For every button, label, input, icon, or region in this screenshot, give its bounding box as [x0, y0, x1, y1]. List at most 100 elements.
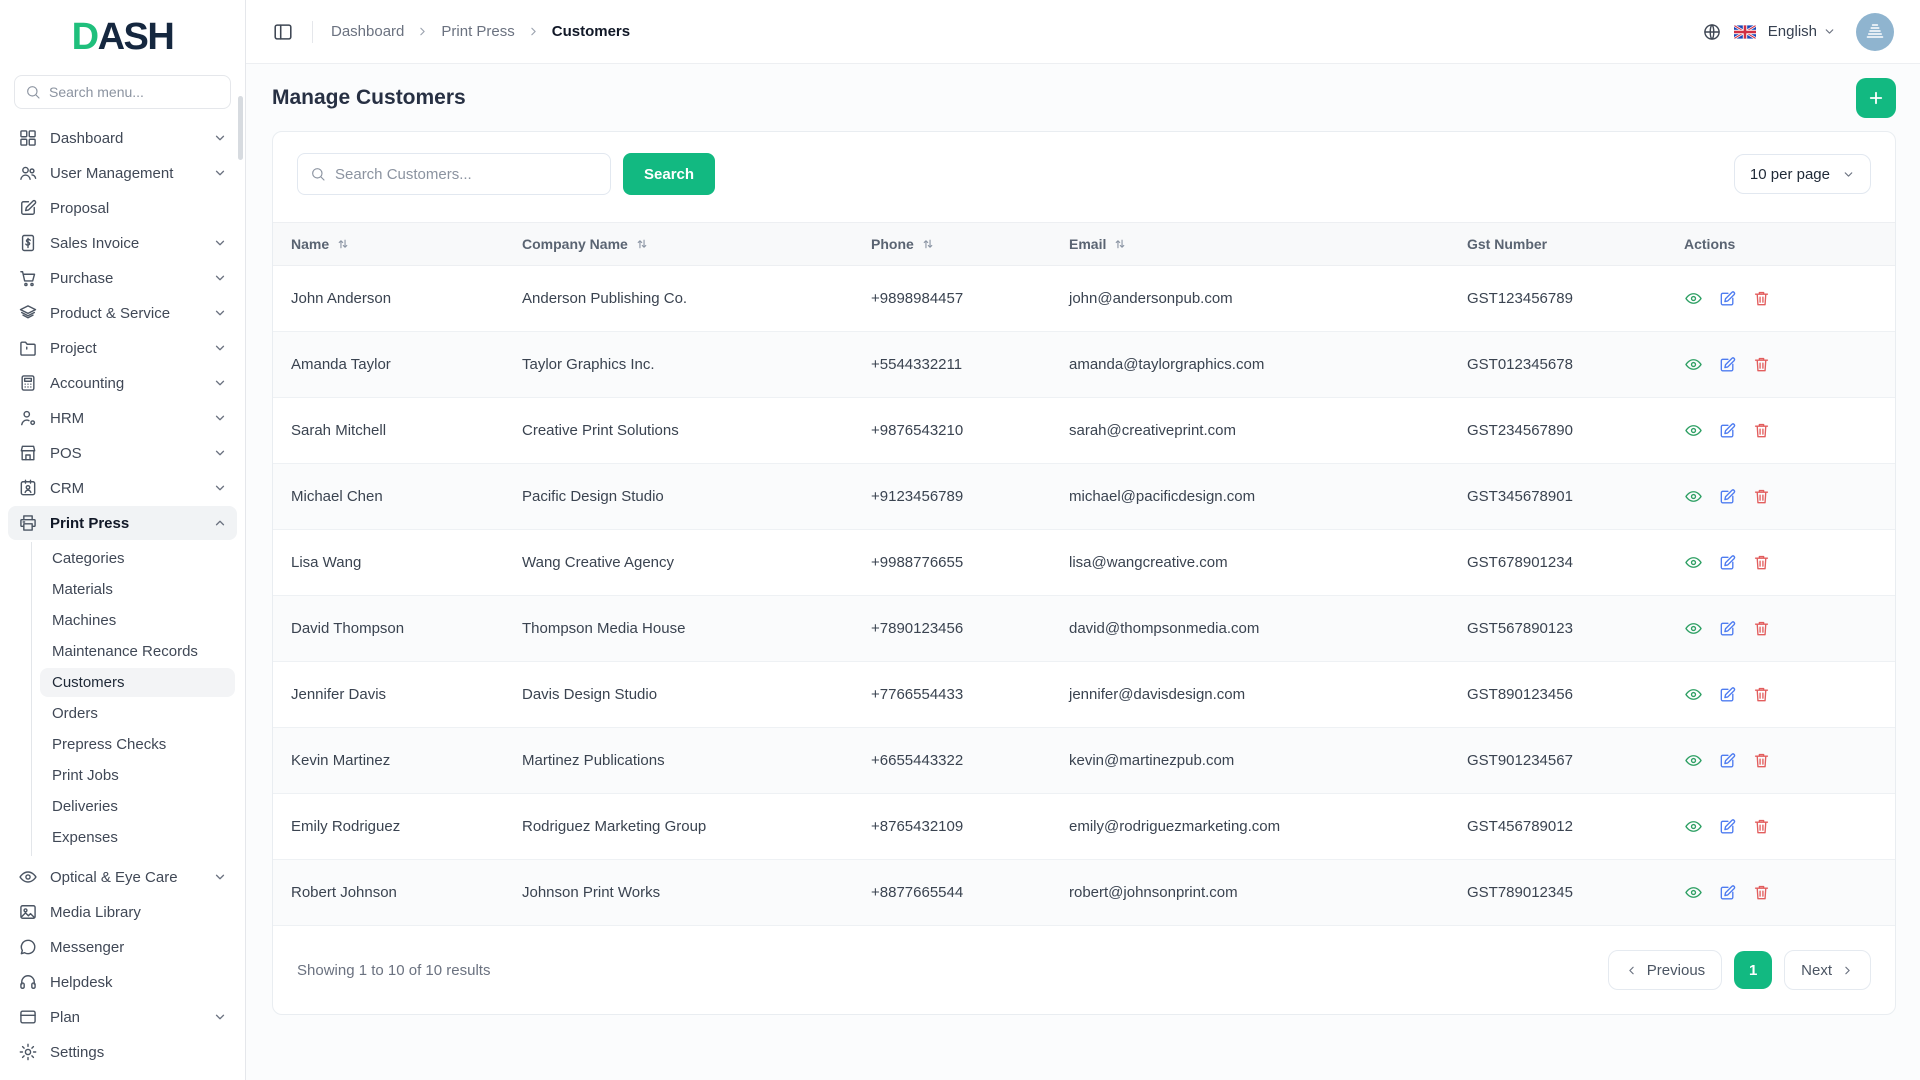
sidebar-subitem-customers[interactable]: Customers [40, 668, 235, 697]
delete-button[interactable] [1752, 883, 1771, 902]
sort-icon[interactable] [921, 237, 935, 251]
page-title: Manage Customers [272, 86, 466, 109]
folder-icon [18, 338, 38, 358]
eye-icon [1684, 817, 1703, 836]
sidebar-item-accounting[interactable]: Accounting [8, 366, 237, 400]
customer-search-box[interactable] [297, 153, 611, 195]
sidebar-subitem-print-jobs[interactable]: Print Jobs [40, 761, 235, 790]
chevron-down-icon [213, 411, 227, 425]
edit-button[interactable] [1718, 751, 1737, 770]
sidebar-item-media-library[interactable]: Media Library [8, 895, 237, 929]
view-button[interactable] [1684, 817, 1703, 836]
next-page-button[interactable]: Next [1784, 950, 1871, 990]
edit-button[interactable] [1718, 487, 1737, 506]
delete-button[interactable] [1752, 751, 1771, 770]
language-selector[interactable]: English [1768, 23, 1836, 40]
view-button[interactable] [1684, 619, 1703, 638]
edit-button[interactable] [1718, 685, 1737, 704]
view-button[interactable] [1684, 685, 1703, 704]
delete-button[interactable] [1752, 421, 1771, 440]
delete-button[interactable] [1752, 817, 1771, 836]
sidebar-item-product-service[interactable]: Product & Service [8, 296, 237, 330]
sidebar-scrollbar[interactable] [238, 96, 243, 160]
column-header-name[interactable]: Name [273, 222, 506, 266]
sidebar-item-plan[interactable]: Plan [8, 1000, 237, 1034]
column-header-company-name[interactable]: Company Name [506, 222, 855, 266]
view-button[interactable] [1684, 883, 1703, 902]
sort-icon[interactable] [336, 237, 350, 251]
delete-button[interactable] [1752, 685, 1771, 704]
cell-name: David Thompson [273, 595, 506, 662]
sidebar-subitem-materials[interactable]: Materials [40, 575, 235, 604]
sidebar-item-user-management[interactable]: User Management [8, 156, 237, 190]
view-button[interactable] [1684, 751, 1703, 770]
add-customer-button[interactable] [1856, 78, 1896, 118]
column-header-email[interactable]: Email [1053, 222, 1451, 266]
cell-gst: GST456789012 [1451, 793, 1668, 860]
sidebar-item-messenger[interactable]: Messenger [8, 930, 237, 964]
sidebar-subitem-categories[interactable]: Categories [40, 544, 235, 573]
sidebar-item-hrm[interactable]: HRM [8, 401, 237, 435]
view-button[interactable] [1684, 355, 1703, 374]
sidebar-item-sales-invoice[interactable]: Sales Invoice [8, 226, 237, 260]
sidebar-item-proposal[interactable]: Proposal [8, 191, 237, 225]
headset-icon [18, 972, 38, 992]
trash-icon [1752, 487, 1771, 506]
sidebar-search[interactable] [14, 75, 231, 109]
view-button[interactable] [1684, 421, 1703, 440]
sidebar-subitem-deliveries[interactable]: Deliveries [40, 792, 235, 821]
edit-button[interactable] [1718, 289, 1737, 308]
edit-button[interactable] [1718, 553, 1737, 572]
edit-button[interactable] [1718, 883, 1737, 902]
sidebar-item-settings[interactable]: Settings [8, 1035, 237, 1069]
page-number-button[interactable]: 1 [1734, 951, 1773, 989]
cell-actions [1668, 595, 1895, 662]
view-button[interactable] [1684, 553, 1703, 572]
cell-company: Creative Print Solutions [506, 397, 855, 464]
sidebar-search-input[interactable] [49, 84, 230, 100]
edit-button[interactable] [1718, 619, 1737, 638]
sidebar-item-project[interactable]: Project [8, 331, 237, 365]
edit-button[interactable] [1718, 421, 1737, 440]
cell-gst: GST890123456 [1451, 661, 1668, 728]
globe-icon[interactable] [1702, 22, 1722, 42]
cell-phone: +7890123456 [855, 595, 1053, 662]
cell-email: robert@johnsonprint.com [1053, 859, 1451, 926]
delete-button[interactable] [1752, 619, 1771, 638]
view-button[interactable] [1684, 487, 1703, 506]
per-page-select[interactable]: 10 per page [1733, 154, 1871, 194]
column-header-phone[interactable]: Phone [855, 222, 1053, 266]
sort-icon[interactable] [635, 237, 649, 251]
breadcrumb-item-dashboard[interactable]: Dashboard [331, 23, 404, 40]
search-button[interactable]: Search [623, 153, 716, 195]
sidebar-item-purchase[interactable]: Purchase [8, 261, 237, 295]
customer-search-input[interactable] [335, 165, 598, 183]
table-body: John Anderson Anderson Publishing Co. +989… [273, 265, 1895, 926]
breadcrumb-item-print-press[interactable]: Print Press [441, 23, 514, 40]
edit-button[interactable] [1718, 355, 1737, 374]
delete-button[interactable] [1752, 355, 1771, 374]
sidebar-subitem-machines[interactable]: Machines [40, 606, 235, 635]
sort-icon[interactable] [1113, 237, 1127, 251]
sidebar-item-print-press[interactable]: Print Press [8, 506, 237, 540]
sidebar-subitem-prepress-checks[interactable]: Prepress Checks [40, 730, 235, 759]
sidebar-item-helpdesk[interactable]: Helpdesk [8, 965, 237, 999]
view-button[interactable] [1684, 289, 1703, 308]
sidebar-subitem-expenses[interactable]: Expenses [40, 823, 235, 852]
delete-button[interactable] [1752, 487, 1771, 506]
sidebar-item-pos[interactable]: POS [8, 436, 237, 470]
sidebar-subitem-maintenance-records[interactable]: Maintenance Records [40, 637, 235, 666]
trash-icon [1752, 289, 1771, 308]
sidebar-toggle-button[interactable] [272, 21, 294, 43]
chevron-down-icon [1842, 168, 1855, 181]
edit-button[interactable] [1718, 817, 1737, 836]
language-label: English [1767, 23, 1817, 40]
sidebar-subitem-orders[interactable]: Orders [40, 699, 235, 728]
avatar[interactable] [1856, 12, 1894, 51]
sidebar-item-optical-eye-care[interactable]: Optical & Eye Care [8, 860, 237, 894]
delete-button[interactable] [1752, 289, 1771, 308]
sidebar-item-dashboard[interactable]: Dashboard [8, 121, 237, 155]
delete-button[interactable] [1752, 553, 1771, 572]
sidebar-item-crm[interactable]: CRM [8, 471, 237, 505]
previous-page-button[interactable]: Previous [1607, 950, 1723, 990]
